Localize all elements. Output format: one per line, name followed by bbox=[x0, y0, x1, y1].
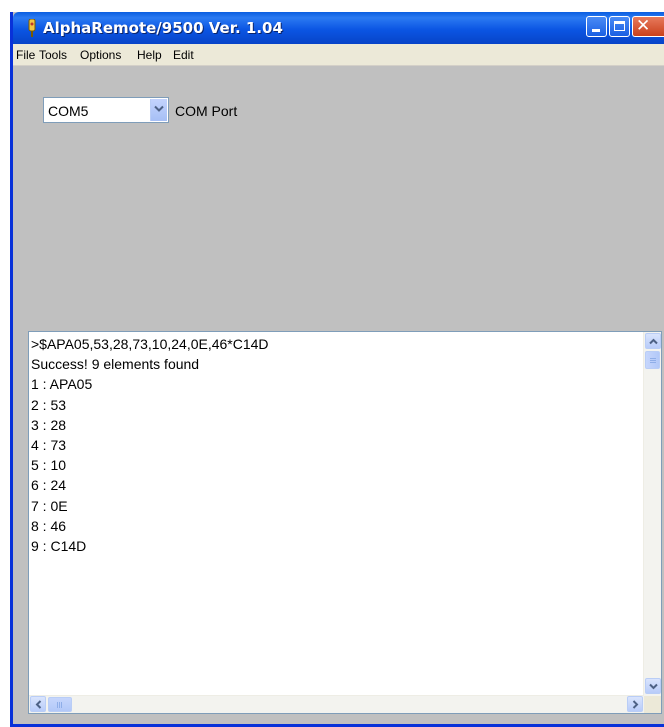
menu-file[interactable]: File bbox=[16, 48, 35, 62]
output-line: 7 : 0E bbox=[31, 497, 68, 514]
menu-bar: File Tools Options Help Edit bbox=[13, 44, 664, 66]
thumb-grip bbox=[61, 702, 62, 708]
menu-tools[interactable]: Tools bbox=[39, 48, 67, 62]
arrow-up-icon bbox=[649, 338, 658, 345]
close-button[interactable]: ✕ bbox=[632, 16, 664, 37]
scroll-right-button[interactable] bbox=[627, 696, 643, 712]
com-port-label: COM Port bbox=[175, 103, 238, 119]
output-line: Success! 9 elements found bbox=[31, 356, 200, 373]
maximize-icon bbox=[614, 21, 625, 31]
output-line: 9 : C14D bbox=[31, 537, 87, 554]
chevron-down-icon bbox=[154, 105, 164, 112]
maximize-button[interactable] bbox=[609, 16, 630, 37]
horizontal-scroll-thumb[interactable] bbox=[48, 697, 72, 712]
scroll-down-button[interactable] bbox=[645, 678, 661, 694]
thumb-grip bbox=[59, 702, 60, 708]
output-line: 2 : 53 bbox=[31, 396, 67, 413]
window-title: AlphaRemote/9500 Ver. 1.04 bbox=[43, 19, 283, 37]
menu-options[interactable]: Options bbox=[80, 48, 121, 62]
output-line: 1 : APA05 bbox=[31, 376, 93, 393]
output-line: 4 : 73 bbox=[31, 436, 67, 453]
app-window: AlphaRemote/9500 Ver. 1.04 ✕ File Tools … bbox=[10, 12, 664, 727]
horizontal-scrollbar[interactable] bbox=[29, 695, 644, 713]
thumb-grip bbox=[650, 358, 656, 359]
app-icon bbox=[28, 19, 36, 37]
scroll-up-button[interactable] bbox=[645, 333, 661, 349]
output-line: 6 : 24 bbox=[31, 477, 67, 494]
vertical-scrollbar[interactable] bbox=[643, 332, 661, 696]
thumb-grip bbox=[650, 362, 656, 363]
output-line: 8 : 46 bbox=[31, 517, 67, 534]
output-line: 3 : 28 bbox=[31, 416, 67, 433]
com-port-value: COM5 bbox=[48, 103, 89, 119]
dropdown-button[interactable] bbox=[150, 99, 167, 121]
vertical-scroll-thumb[interactable] bbox=[645, 351, 660, 369]
arrow-down-icon bbox=[649, 683, 658, 690]
menu-edit[interactable]: Edit bbox=[173, 48, 194, 62]
arrow-left-icon bbox=[35, 700, 42, 709]
arrow-right-icon bbox=[632, 700, 639, 709]
output-lines: >$APA05,53,28,73,10,24,0E,46*C14D Succes… bbox=[31, 334, 641, 556]
output-textarea[interactable]: >$APA05,53,28,73,10,24,0E,46*C14D Succes… bbox=[28, 331, 662, 714]
scroll-left-button[interactable] bbox=[30, 696, 46, 712]
close-icon: ✕ bbox=[636, 16, 651, 36]
thumb-grip bbox=[650, 360, 656, 361]
minimize-icon bbox=[592, 29, 600, 32]
output-line: 5 : 10 bbox=[31, 457, 67, 474]
minimize-button[interactable] bbox=[586, 16, 607, 37]
title-bar[interactable]: AlphaRemote/9500 Ver. 1.04 ✕ bbox=[13, 12, 664, 44]
menu-help[interactable]: Help bbox=[137, 48, 162, 62]
output-line: >$APA05,53,28,73,10,24,0E,46*C14D bbox=[31, 336, 269, 352]
scrollbar-corner bbox=[644, 696, 661, 713]
thumb-grip bbox=[57, 702, 58, 708]
com-port-select[interactable]: COM5 bbox=[43, 97, 169, 123]
